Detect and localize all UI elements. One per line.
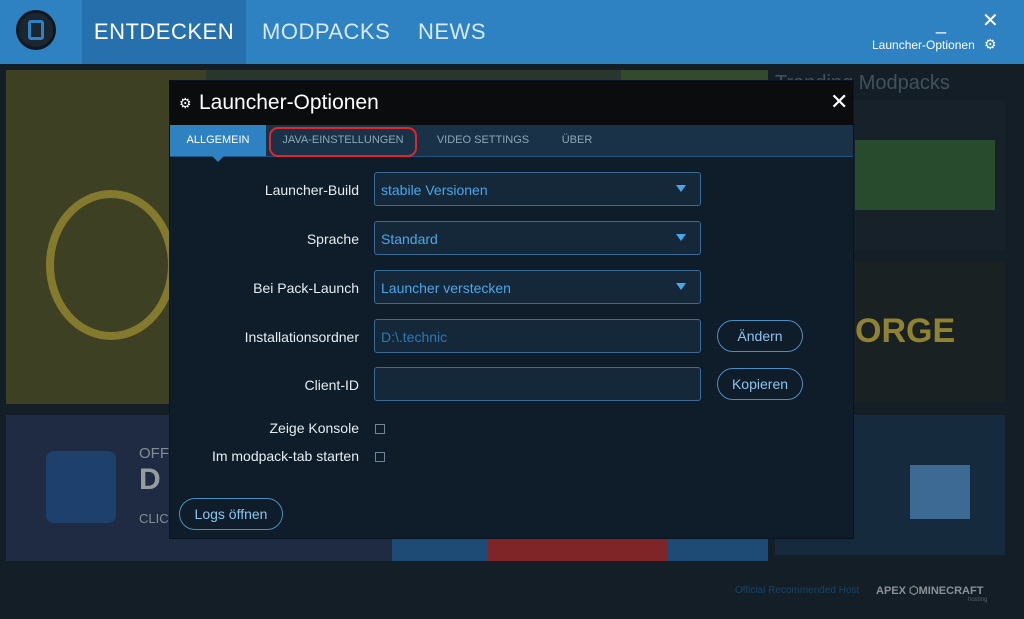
tab-ueber[interactable]: ÜBER xyxy=(554,125,600,156)
dropdown-arrow-icon xyxy=(676,283,686,290)
zeige-konsole-checkbox[interactable] xyxy=(375,424,385,434)
dropdown-arrow-icon xyxy=(676,185,686,192)
nav-tab-modpacks[interactable]: MODPACKS xyxy=(262,0,390,64)
dialog-header: ⚙ Launcher-Optionen ✕ xyxy=(170,81,853,125)
client-id-field[interactable] xyxy=(374,367,701,401)
gear-icon: ⚙ xyxy=(179,95,192,111)
minimize-button[interactable]: _ xyxy=(936,14,946,35)
modpack-tab-label: Im modpack-tab starten xyxy=(211,448,359,464)
active-tab-pointer xyxy=(212,156,224,162)
kopieren-button[interactable]: Kopieren xyxy=(717,368,803,400)
dropdown-arrow-icon xyxy=(676,234,686,241)
nav-tab-news[interactable]: NEWS xyxy=(418,0,486,64)
gear-icon[interactable]: ⚙ xyxy=(984,36,997,53)
nav-tab-entdecken[interactable]: ENTDECKEN xyxy=(82,0,246,64)
launcher-build-select[interactable]: stabile Versionen xyxy=(374,172,701,206)
sprache-label: Sprache xyxy=(306,231,359,247)
window-close-button[interactable]: ✕ xyxy=(982,8,999,33)
technic-logo-icon[interactable] xyxy=(16,10,56,50)
logs-oeffnen-button[interactable]: Logs öffnen xyxy=(179,498,283,530)
pack-launch-label: Bei Pack-Launch xyxy=(253,280,359,296)
install-dir-label: Installationsordner xyxy=(244,329,359,345)
launcher-options-dialog: ⚙ Launcher-Optionen ✕ ALLGEMEIN JAVA-EIN… xyxy=(169,80,854,539)
sprache-select[interactable]: Standard xyxy=(374,221,701,255)
dialog-close-button[interactable]: ✕ xyxy=(830,89,848,115)
launcher-build-label: Launcher-Build xyxy=(264,182,359,198)
launcher-options-link[interactable]: Launcher-Optionen xyxy=(872,38,975,52)
dialog-title: Launcher-Optionen xyxy=(199,91,379,114)
pack-launch-select[interactable]: Launcher verstecken xyxy=(374,270,701,304)
client-id-label: Client-ID xyxy=(304,377,359,393)
top-bar: ENTDECKEN MODPACKS NEWS _ ✕ Launcher-Opt… xyxy=(0,0,1024,64)
tab-video-settings[interactable]: VIDEO SETTINGS xyxy=(428,125,538,156)
annotation-highlight xyxy=(269,127,417,157)
modpack-tab-checkbox[interactable] xyxy=(375,452,385,462)
tab-allgemein[interactable]: ALLGEMEIN xyxy=(170,125,266,156)
install-dir-field[interactable]: D:\.technic xyxy=(374,319,701,353)
zeige-konsole-label: Zeige Konsole xyxy=(269,420,359,436)
aendern-button[interactable]: Ändern xyxy=(717,320,803,352)
